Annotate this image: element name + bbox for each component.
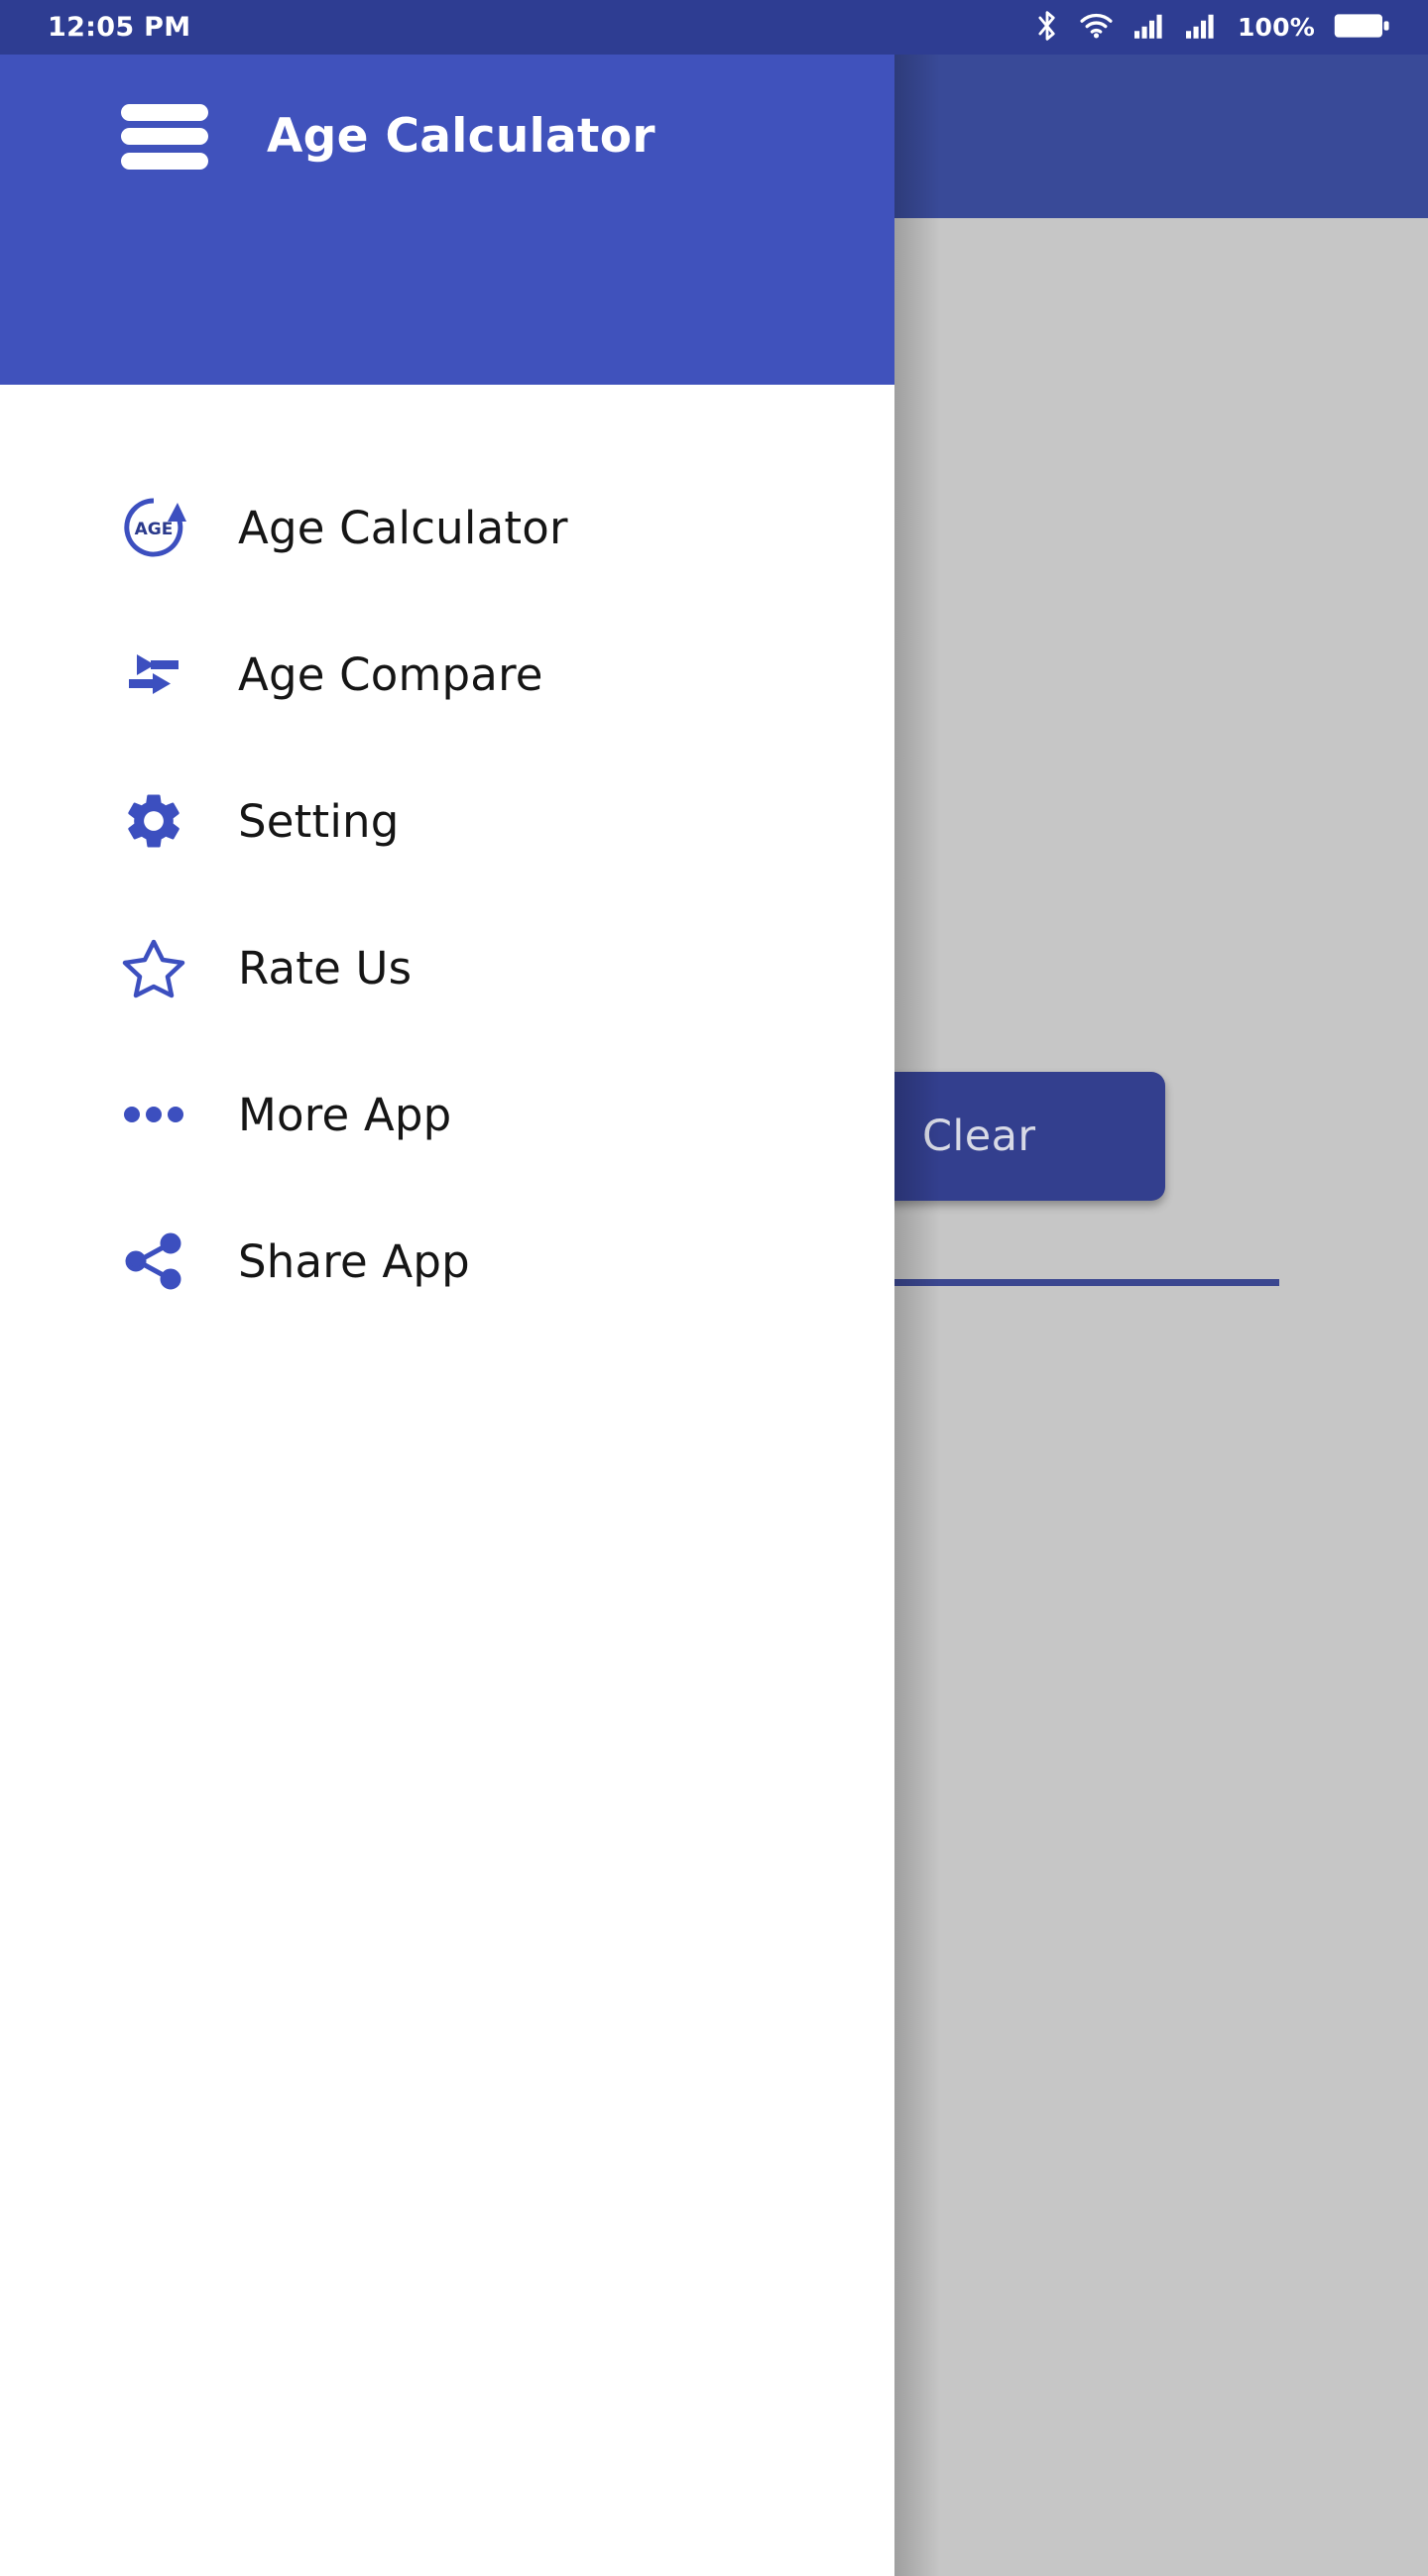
age-circle-icon: AGE xyxy=(121,495,186,560)
drawer-header-title: Age Calculator xyxy=(267,109,655,164)
gear-icon xyxy=(121,788,186,854)
signal-1-icon xyxy=(1133,13,1164,43)
status-bar-time: 12:05 PM xyxy=(48,12,191,43)
signal-2-icon xyxy=(1185,13,1216,43)
svg-text:AGE: AGE xyxy=(135,520,174,539)
app-screen: Clear Age Calculator AGE Age Calculator … xyxy=(0,0,1428,2576)
wifi-icon xyxy=(1080,12,1113,44)
hamburger-menu-icon[interactable] xyxy=(121,103,208,170)
drawer-header: Age Calculator xyxy=(0,55,894,385)
drawer-item-label: Setting xyxy=(238,794,400,848)
drawer-item-label: Age Calculator xyxy=(238,501,568,554)
star-outline-icon xyxy=(121,935,186,1000)
drawer-item-rate-us[interactable]: Rate Us xyxy=(0,894,894,1041)
drawer-item-age-compare[interactable]: Age Compare xyxy=(0,601,894,748)
drawer-item-age-calculator[interactable]: AGE Age Calculator xyxy=(0,454,894,601)
drawer-item-label: Rate Us xyxy=(238,941,413,995)
input-field-divider xyxy=(833,1279,1279,1286)
drawer-top-bar: Age Calculator xyxy=(0,55,894,218)
status-bar-icons: 100% xyxy=(1036,10,1390,46)
drawer-menu-list: AGE Age Calculator Age Compare Setting R… xyxy=(0,385,894,1335)
battery-icon xyxy=(1333,12,1390,44)
clear-button-label: Clear xyxy=(922,1112,1036,1161)
drawer-item-label: Age Compare xyxy=(238,647,543,701)
drawer-item-label: More App xyxy=(238,1088,452,1141)
compare-arrows-icon xyxy=(121,642,186,707)
navigation-drawer: Age Calculator AGE Age Calculator Age Co… xyxy=(0,55,894,2576)
status-bar: 12:05 PM 100% xyxy=(0,0,1428,55)
bluetooth-icon xyxy=(1036,10,1058,46)
share-icon xyxy=(121,1229,186,1294)
battery-percent-label: 100% xyxy=(1237,13,1315,42)
more-dots-icon xyxy=(121,1082,186,1147)
drawer-item-share-app[interactable]: Share App xyxy=(0,1188,894,1335)
drawer-item-label: Share App xyxy=(238,1234,470,1288)
drawer-item-more-app[interactable]: More App xyxy=(0,1041,894,1188)
drawer-item-setting[interactable]: Setting xyxy=(0,748,894,894)
